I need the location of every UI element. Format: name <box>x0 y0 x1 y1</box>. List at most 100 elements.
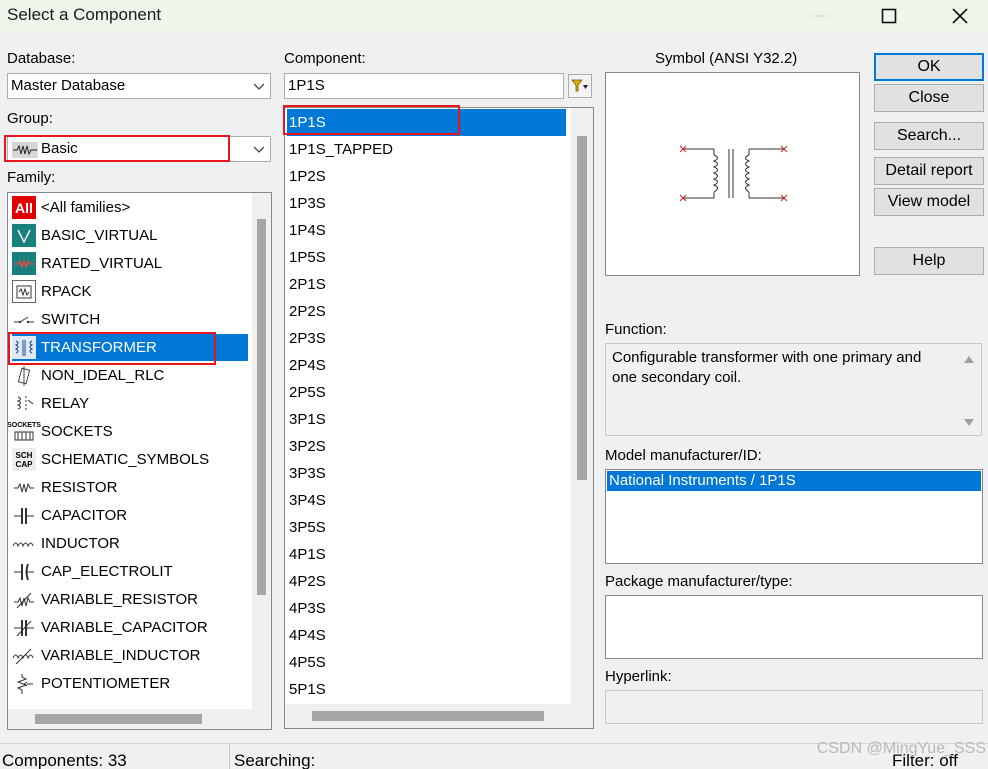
component-horizontal-scrollbar[interactable] <box>285 704 571 728</box>
component-item[interactable]: 3P5S <box>287 514 566 541</box>
function-label: Function: <box>605 321 667 338</box>
basic-virtual-icon <box>12 224 36 247</box>
scroll-up-icon[interactable] <box>963 354 975 364</box>
family-item-potentiometer[interactable]: POTENTIOMETER <box>12 670 248 697</box>
status-separator <box>229 744 230 769</box>
component-item[interactable]: 4P2S <box>287 568 566 595</box>
family-label: Family: <box>7 169 56 186</box>
ok-button[interactable]: OK <box>874 53 984 81</box>
family-item-variable-resistor[interactable]: VARIABLE_RESISTOR <box>12 586 248 613</box>
family-item-label: RATED_VIRTUAL <box>41 255 163 272</box>
component-item[interactable]: 2P3S <box>287 325 566 352</box>
window-title: Select a Component <box>7 5 162 24</box>
component-item[interactable]: 1P2S <box>287 163 566 190</box>
model-list[interactable]: National Instruments / 1P1S <box>605 469 983 564</box>
family-item-capacitor[interactable]: CAPACITOR <box>12 502 248 529</box>
family-item-transformer[interactable]: TRANSFORMER <box>12 334 248 361</box>
family-item-label: VARIABLE_INDUCTOR <box>41 647 201 664</box>
symbol-preview <box>605 72 860 276</box>
component-item[interactable]: 4P4S <box>287 622 566 649</box>
component-item[interactable]: 1P4S <box>287 217 566 244</box>
component-item[interactable]: 2P4S <box>287 352 566 379</box>
hyperlink-label: Hyperlink: <box>605 668 672 685</box>
component-item[interactable]: 1P5S <box>287 244 566 271</box>
family-item-rpack[interactable]: RPACK <box>12 278 248 305</box>
component-item[interactable]: 4P3S <box>287 595 566 622</box>
component-item[interactable]: 3P3S <box>287 460 566 487</box>
group-label: Group: <box>7 110 53 127</box>
database-select[interactable]: Master Database <box>7 73 271 99</box>
search-button[interactable]: Search... <box>874 122 984 150</box>
family-item-label: CAP_ELECTROLIT <box>41 563 173 580</box>
maximize-button[interactable] <box>866 0 912 31</box>
component-item[interactable]: 1P1S_TAPPED <box>287 136 566 163</box>
component-vscroll-thumb[interactable] <box>577 136 587 480</box>
component-item[interactable]: 2P1S <box>287 271 566 298</box>
filter-button[interactable] <box>568 74 592 98</box>
family-item-sockets[interactable]: SOCKETS SOCKETS <box>8 418 248 445</box>
view-model-button[interactable]: View model <box>874 188 984 216</box>
family-hscroll-thumb[interactable] <box>35 714 202 724</box>
family-item-label: TRANSFORMER <box>41 339 157 356</box>
component-vertical-scrollbar[interactable] <box>571 108 593 728</box>
group-select[interactable]: Basic <box>7 136 271 162</box>
capacitor-icon <box>12 504 36 527</box>
chevron-down-icon <box>254 146 264 153</box>
family-item-variable-capacitor[interactable]: VARIABLE_CAPACITOR <box>12 614 248 641</box>
component-item[interactable]: 3P1S <box>287 406 566 433</box>
resistor-icon <box>12 476 36 499</box>
minimize-button[interactable] <box>797 0 843 31</box>
help-button[interactable]: Help <box>874 247 984 275</box>
family-item-resistor[interactable]: RESISTOR <box>12 474 248 501</box>
family-item-rated-virtual[interactable]: RATED_VIRTUAL <box>12 250 248 277</box>
close-button[interactable]: Close <box>874 84 984 112</box>
family-item-all[interactable]: All <All families> <box>12 194 248 221</box>
component-item[interactable]: 4P5S <box>287 649 566 676</box>
close-window-button[interactable] <box>937 0 983 31</box>
component-item[interactable]: 2P5S <box>287 379 566 406</box>
filter-icon <box>571 79 588 92</box>
component-item[interactable]: 5P1S <box>287 676 566 703</box>
family-list[interactable]: All <All families> BASIC_VIRTUAL RATED_V… <box>7 192 272 730</box>
family-item-label: SCHEMATIC_SYMBOLS <box>41 451 210 468</box>
component-label: Component: <box>284 50 366 67</box>
family-horizontal-scrollbar[interactable] <box>8 709 271 729</box>
inductor-icon <box>12 532 36 555</box>
component-item[interactable]: 3P4S <box>287 487 566 514</box>
detail-report-button[interactable]: Detail report <box>874 157 984 185</box>
switch-icon <box>12 308 36 331</box>
family-item-basic-virtual[interactable]: BASIC_VIRTUAL <box>12 222 248 249</box>
components-count: Components: 33 <box>2 751 127 769</box>
family-item-switch[interactable]: SWITCH <box>12 306 248 333</box>
package-list[interactable] <box>605 595 983 659</box>
model-item[interactable]: National Instruments / 1P1S <box>607 471 981 491</box>
hyperlink-field[interactable] <box>605 690 983 724</box>
component-item[interactable]: 4P1S <box>287 541 566 568</box>
family-item-schematic-symbols[interactable]: SCH CAP SCHEMATIC_SYMBOLS <box>12 446 248 473</box>
family-item-label: RPACK <box>41 283 92 300</box>
family-item-non-ideal-rlc[interactable]: NON_IDEAL_RLC <box>12 362 248 389</box>
family-vscroll-thumb[interactable] <box>257 219 266 595</box>
family-item-label: INDUCTOR <box>41 535 120 552</box>
family-item-variable-inductor[interactable]: VARIABLE_INDUCTOR <box>12 642 248 669</box>
component-list[interactable]: 1P1S 1P1S_TAPPED 1P2S 1P3S 1P4S 1P5S 2P1S 2P2S 2… <box>284 107 594 729</box>
family-item-label: CAPACITOR <box>41 507 128 524</box>
family-vertical-scrollbar[interactable] <box>252 193 271 709</box>
family-item-inductor[interactable]: INDUCTOR <box>12 530 248 557</box>
function-text-box[interactable]: Configurable transformer with one primar… <box>605 343 982 436</box>
component-item[interactable]: 2P2S <box>287 298 566 325</box>
component-hscroll-thumb[interactable] <box>312 711 544 721</box>
family-item-relay[interactable]: RELAY <box>12 390 248 417</box>
component-search-input[interactable]: 1P1S <box>284 73 564 99</box>
title-bar: Select a Component <box>0 0 988 31</box>
function-text-line2: one secondary coil. <box>612 369 742 386</box>
component-item[interactable]: 3P2S <box>287 433 566 460</box>
database-label: Database: <box>7 50 76 67</box>
component-search-value: 1P1S <box>288 77 325 94</box>
chevron-down-icon <box>254 83 264 90</box>
component-item[interactable]: 1P1S <box>287 109 566 136</box>
family-item-label: <All families> <box>41 199 131 216</box>
component-item[interactable]: 1P3S <box>287 190 566 217</box>
scroll-down-icon[interactable] <box>963 418 975 428</box>
family-item-cap-electrolit[interactable]: CAP_ELECTROLIT <box>12 558 248 585</box>
